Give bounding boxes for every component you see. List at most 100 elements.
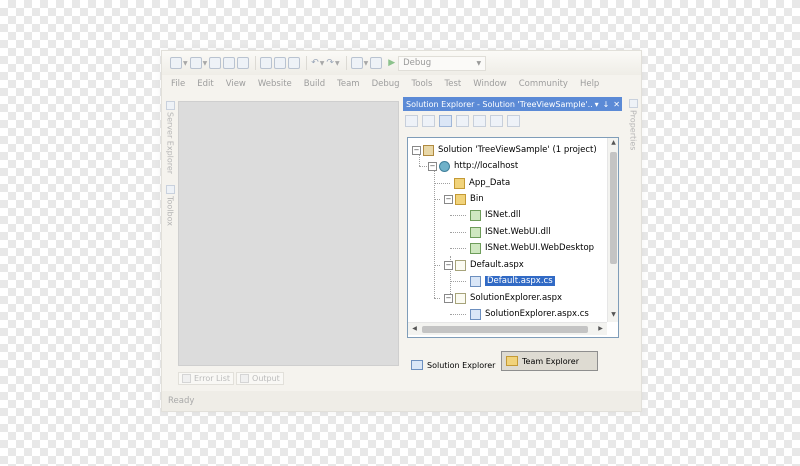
tree-node-default-aspx[interactable]: − Default.aspx — [444, 257, 524, 273]
menu-tools[interactable]: Tools — [412, 79, 433, 89]
tree-node-se-cs[interactable]: SolutionExplorer.aspx.cs — [470, 306, 589, 322]
new-project-button[interactable]: ▼ — [170, 55, 188, 71]
menu-build[interactable]: Build — [304, 79, 325, 89]
output-tabs: Error List Output — [178, 371, 286, 386]
navigate-forward-button[interactable] — [370, 55, 383, 71]
error-list-icon — [182, 374, 191, 383]
tree-node-label: http://localhost — [454, 161, 519, 171]
tab-team-explorer[interactable]: Team Explorer — [501, 351, 598, 371]
configuration-value: Debug — [403, 58, 432, 68]
navigate-forward-icon — [370, 57, 383, 69]
tree-node-label: ISNet.WebUI.dll — [485, 227, 551, 237]
editor-area[interactable] — [178, 101, 399, 366]
asp-config-icon[interactable] — [507, 115, 520, 127]
view-code-icon[interactable] — [456, 115, 469, 127]
menu-file[interactable]: File — [171, 79, 185, 89]
tab-label: Solution Explorer — [427, 360, 496, 370]
configuration-select[interactable]: Debug ▼ — [398, 55, 487, 71]
menu-bar: File Edit View Website Build Team Debug … — [162, 75, 641, 93]
pin-icon[interactable]: ↓ — [603, 100, 610, 109]
view-designer-icon[interactable] — [473, 115, 486, 127]
open-button[interactable] — [209, 55, 222, 71]
scroll-down-icon[interactable]: ▼ — [608, 310, 618, 320]
properties-tab[interactable]: Properties — [626, 97, 640, 150]
tab-label: Output — [252, 374, 280, 383]
tree-node-label: App_Data — [469, 178, 511, 188]
assembly-icon — [470, 242, 481, 254]
tab-label: Team Explorer — [522, 356, 579, 366]
tree-node-label: Default.aspx — [470, 260, 524, 270]
refresh-icon[interactable] — [422, 115, 435, 127]
tree-node-solution[interactable]: − Solution 'TreeViewSample' (1 project) — [412, 142, 597, 158]
menu-window[interactable]: Window — [473, 79, 507, 89]
menu-community[interactable]: Community — [519, 79, 568, 89]
paste-button[interactable] — [288, 55, 301, 71]
collapse-icon[interactable]: − — [444, 194, 453, 204]
collapse-icon[interactable]: − — [444, 260, 453, 270]
cut-button[interactable] — [260, 55, 273, 71]
tree-horizontal-scrollbar[interactable]: ◀ ▶ — [408, 322, 607, 335]
tree-node-app-data[interactable]: App_Data — [454, 175, 510, 191]
copy-button[interactable] — [274, 55, 287, 71]
toolbox-tab[interactable]: Toolbox — [163, 183, 177, 226]
menu-test[interactable]: Test — [444, 79, 461, 89]
collapse-icon[interactable]: − — [412, 145, 421, 155]
csharp-file-icon — [470, 275, 481, 287]
properties-label: Properties — [628, 110, 638, 151]
tree-node-site[interactable]: − http://localhost — [428, 158, 518, 174]
globe-icon — [439, 160, 450, 172]
redo-button[interactable]: ↷ ▼ — [326, 55, 339, 71]
redo-icon: ↷ — [326, 58, 334, 68]
menu-view[interactable]: View — [226, 79, 246, 89]
tree-node-bin[interactable]: − Bin — [444, 191, 484, 207]
save-button[interactable] — [223, 55, 236, 71]
menu-help[interactable]: Help — [580, 79, 599, 89]
tree-node-isnet-dll[interactable]: ISNet.dll — [470, 207, 521, 223]
status-bar: Ready — [162, 391, 641, 411]
server-explorer-tab[interactable]: Server Explorer — [163, 99, 177, 174]
save-icon — [223, 57, 236, 69]
tree-node-label: SolutionExplorer.aspx — [470, 293, 563, 303]
tab-error-list[interactable]: Error List — [178, 372, 235, 385]
undo-button[interactable]: ↶ ▼ — [311, 55, 324, 71]
window-position-icon[interactable]: ▾ — [595, 100, 599, 109]
tab-output[interactable]: Output — [236, 372, 284, 385]
save-all-button[interactable] — [237, 55, 250, 71]
scroll-up-icon[interactable]: ▲ — [608, 138, 618, 148]
tree-vertical-scrollbar[interactable]: ▲ ▼ — [607, 138, 618, 322]
tree-node-label: ISNet.dll — [485, 210, 521, 220]
solution-icon — [423, 144, 434, 156]
tree-node-isnet-webdesktop[interactable]: ISNet.WebUI.WebDesktop — [470, 240, 594, 256]
save-all-icon — [237, 57, 250, 69]
vertical-scroll-thumb[interactable] — [610, 152, 617, 264]
nest-related-files-icon[interactable] — [439, 115, 452, 127]
tree-node-default-cs[interactable]: Default.aspx.cs — [470, 273, 556, 289]
tree-node-label: SolutionExplorer.aspx.cs — [485, 309, 589, 319]
menu-website[interactable]: Website — [258, 79, 292, 89]
tree-node-isnet-webui-dll[interactable]: ISNet.WebUI.dll — [470, 224, 551, 240]
navigate-button[interactable]: ▼ — [350, 55, 368, 71]
tree-node-se-aspx[interactable]: − SolutionExplorer.aspx — [444, 290, 562, 306]
menu-edit[interactable]: Edit — [197, 79, 213, 89]
properties-button-icon[interactable] — [405, 115, 418, 127]
menu-team[interactable]: Team — [337, 79, 359, 89]
solution-explorer-icon — [411, 360, 423, 370]
folder-icon — [454, 177, 465, 189]
start-debug-icon[interactable]: ▶ — [388, 58, 395, 68]
solution-tree: − Solution 'TreeViewSample' (1 project) … — [407, 137, 619, 338]
folder-icon — [455, 193, 466, 205]
scroll-left-icon[interactable]: ◀ — [409, 324, 420, 334]
menu-debug[interactable]: Debug — [372, 79, 400, 89]
horizontal-scroll-thumb[interactable] — [422, 326, 588, 333]
tab-solution-explorer[interactable]: Solution Explorer — [407, 355, 499, 375]
output-icon — [240, 374, 250, 383]
add-item-button[interactable]: ▼ — [189, 55, 207, 71]
close-icon[interactable]: ✕ — [613, 100, 620, 109]
collapse-icon[interactable]: − — [444, 293, 453, 303]
solution-explorer-toolbar — [403, 111, 622, 131]
scroll-right-icon[interactable]: ▶ — [595, 324, 606, 334]
copy-website-icon[interactable] — [490, 115, 503, 127]
aspx-page-icon — [455, 259, 466, 271]
csharp-file-icon — [470, 308, 481, 320]
collapse-icon[interactable]: − — [428, 161, 437, 171]
